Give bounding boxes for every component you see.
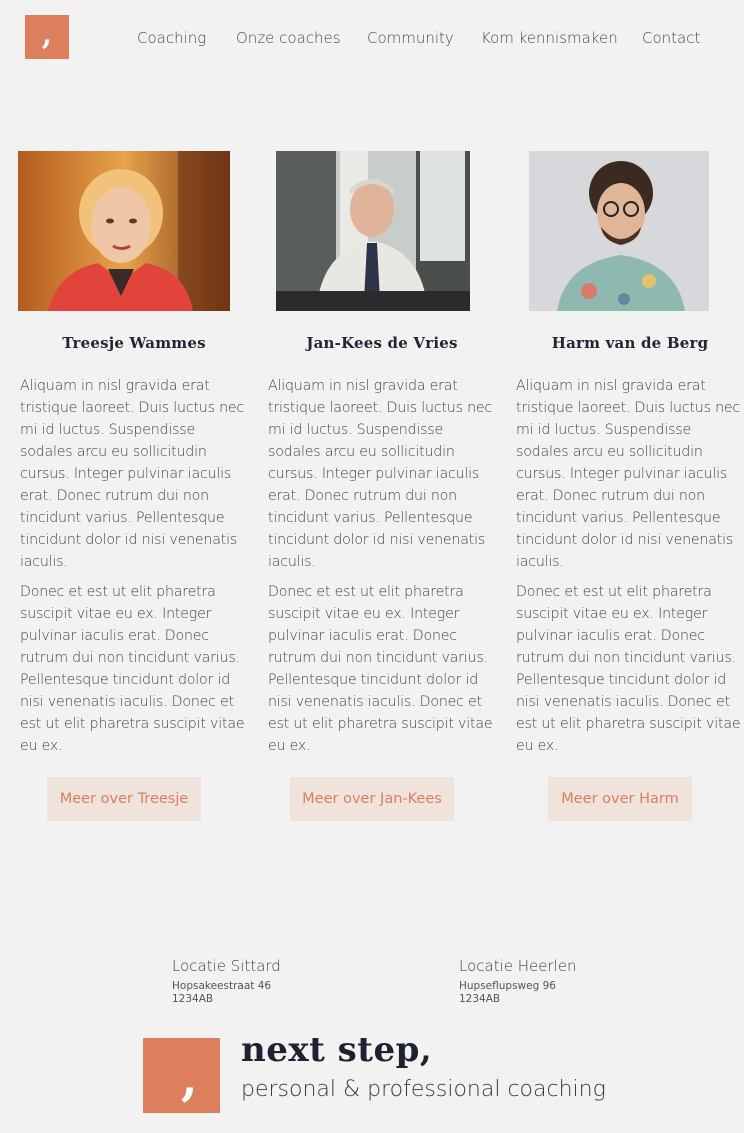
location-sittard: Locatie Sittard Hopsakeestraat 46 1234AB [172, 957, 281, 1006]
nav-item-onze-coaches[interactable]: Onze coaches [236, 29, 341, 47]
location-postcode: 1234AB [459, 993, 501, 1005]
nav-item-kom-kennismaken[interactable]: Kom kennismaken [481, 29, 618, 47]
coach-photo-harm [529, 151, 709, 311]
coach-photo-treesje [18, 151, 230, 311]
coach-bio-paragraph: Donec et est ut elit pharetra suscipit v… [268, 584, 493, 754]
coach-bio-paragraph: Aliquam in nisl gravida erat tristique l… [268, 378, 493, 570]
logo-glyph: , [181, 1051, 198, 1107]
meer-over-harm-button[interactable]: Meer over Harm [548, 777, 692, 821]
man-shirt-tie-photo [276, 151, 470, 311]
coach-photo-jan-kees [276, 151, 470, 311]
meer-over-jan-kees-button[interactable]: Meer over Jan-Kees [290, 777, 454, 821]
location-postcode: 1234AB [172, 993, 214, 1005]
location-heerlen: Locatie Heerlen Hupseflupsweg 96 1234AB [459, 957, 577, 1006]
footer-logo: , [143, 1038, 220, 1113]
coach-name: Harm van de Berg [551, 334, 709, 352]
coach-bio-paragraph: Aliquam in nisl gravida erat tristique l… [516, 378, 741, 570]
man-curly-hair-glasses-photo [529, 151, 709, 311]
location-title: Locatie Heerlen [459, 957, 577, 975]
coach-bio-paragraph: Aliquam in nisl gravida erat tristique l… [20, 378, 245, 570]
location-street: Hopsakeestraat 46 [172, 980, 272, 992]
location-title: Locatie Sittard [172, 957, 281, 975]
nav-item-contact[interactable]: Contact [642, 29, 700, 47]
meer-over-treesje-button[interactable]: Meer over Treesje [47, 777, 201, 821]
coach-name: Treesje Wammes [62, 334, 206, 352]
main-nav: Coaching Onze coaches Community Kom kenn… [0, 29, 744, 49]
brand-name: next step, [241, 1030, 433, 1070]
brand-tagline: personal & professional coaching [241, 1077, 606, 1102]
nav-item-community[interactable]: Community [367, 29, 454, 47]
location-street: Hupseflupsweg 96 [459, 980, 556, 992]
woman-red-jacket-photo [18, 151, 230, 311]
nav-item-coaching[interactable]: Coaching [137, 29, 206, 47]
coach-bio-paragraph: Donec et est ut elit pharetra suscipit v… [20, 584, 245, 754]
coach-name: Jan-Kees de Vries [306, 334, 458, 352]
coach-bio-paragraph: Donec et est ut elit pharetra suscipit v… [516, 584, 741, 754]
